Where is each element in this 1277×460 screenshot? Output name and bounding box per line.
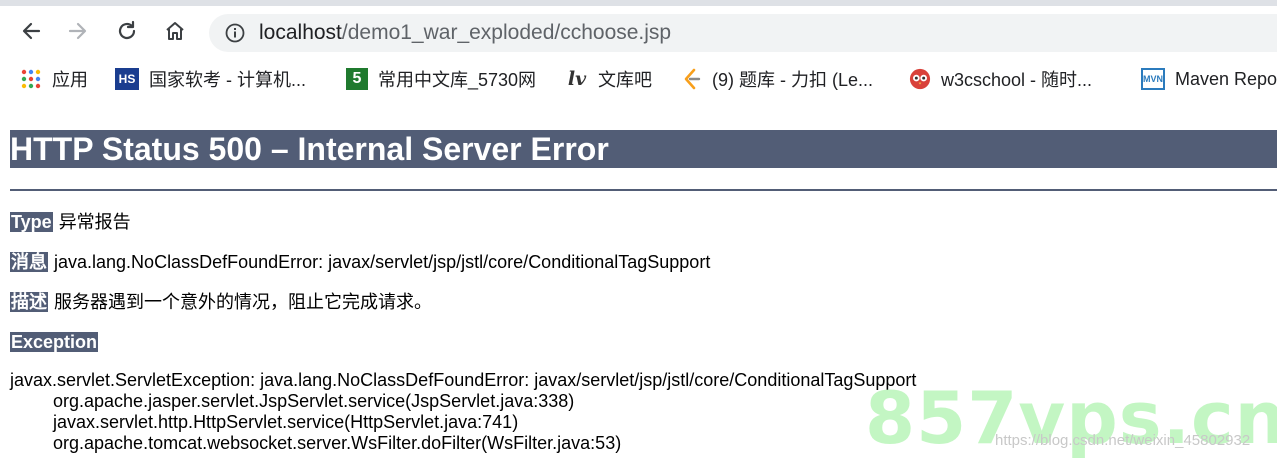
url-text[interactable]: localhost/demo1_war_exploded/cchoose.jsp bbox=[259, 22, 671, 44]
wenku-logo-icon: lv bbox=[567, 68, 587, 90]
description-row: 描述 服务器遇到一个意外的情况，阻止它完成请求。 bbox=[10, 291, 432, 313]
url-host: localhost bbox=[259, 21, 342, 44]
bookmark-label: 常用中文库_5730网 bbox=[378, 70, 537, 90]
bookmark-label: Maven Repo bbox=[1175, 68, 1277, 89]
exception-label: Exception bbox=[10, 332, 99, 352]
bookmark-5730[interactable]: 5 常用中文库_5730网 bbox=[346, 58, 536, 100]
reload-button[interactable] bbox=[114, 18, 140, 44]
watermark-url: https://blog.csdn.net/weixin_45802932 bbox=[995, 432, 1251, 449]
type-label: Type bbox=[10, 212, 53, 232]
stack-line: org.apache.tomcat.websocket.server.WsFil… bbox=[53, 433, 622, 453]
message-label: 消息 bbox=[10, 252, 48, 272]
reload-icon bbox=[118, 20, 136, 40]
bookmark-label: 文库吧 bbox=[598, 70, 652, 90]
description-label: 描述 bbox=[10, 292, 48, 312]
browser-toolbar: localhost/demo1_war_exploded/cchoose.jsp bbox=[0, 6, 1277, 56]
arrow-right-icon bbox=[68, 22, 87, 40]
number-5-icon: 5 bbox=[346, 68, 368, 90]
hs-logo-icon: HS bbox=[115, 68, 139, 90]
exception-row: Exception bbox=[10, 331, 99, 353]
description-value: 服务器遇到一个意外的情况，阻止它完成请求。 bbox=[54, 292, 432, 312]
stack-line: javax.servlet.http.HttpServlet.service(H… bbox=[53, 412, 519, 432]
apps-grid-icon bbox=[20, 68, 42, 90]
back-button[interactable] bbox=[18, 18, 44, 44]
bookmark-label: w3cschool - 随时... bbox=[941, 70, 1093, 90]
bookmark-wenku[interactable]: lv 文库吧 bbox=[566, 58, 652, 100]
bookmarks-bar: 应用 HS 国家软考 - 计算机... 5 常用中文库_5730网 lv 文库吧… bbox=[0, 58, 1277, 100]
url-path: /demo1_war_exploded/cchoose.jsp bbox=[341, 21, 672, 44]
bookmark-label: 应用 bbox=[52, 70, 88, 90]
arrow-left-icon bbox=[22, 22, 41, 40]
bookmark-label: (9) 题库 - 力扣 (Le... bbox=[712, 70, 874, 90]
address-bar[interactable]: localhost/demo1_war_exploded/cchoose.jsp bbox=[209, 14, 1277, 52]
home-icon bbox=[166, 22, 184, 40]
mvn-icon: MVN bbox=[1141, 68, 1165, 90]
type-value: 异常报告 bbox=[58, 212, 131, 232]
divider bbox=[10, 189, 1277, 191]
bookmark-label: 国家软考 - 计算机... bbox=[149, 70, 306, 90]
stack-trace: javax.servlet.ServletException: java.lan… bbox=[10, 370, 916, 454]
page-title: HTTP Status 500 – Internal Server Error bbox=[10, 131, 609, 167]
bookmark-leetcode[interactable]: (9) 题库 - 力扣 (Le... bbox=[680, 58, 873, 100]
bookmark-w3cschool[interactable]: w3cschool - 随时... bbox=[909, 58, 1092, 100]
page-content: HTTP Status 500 – Internal Server Error … bbox=[0, 100, 1277, 460]
message-row: 消息 java.lang.NoClassDefFoundError: javax/… bbox=[10, 251, 710, 273]
info-icon[interactable] bbox=[225, 23, 245, 43]
leetcode-icon bbox=[680, 68, 702, 90]
stack-line: org.apache.jasper.servlet.JspServlet.ser… bbox=[53, 391, 575, 411]
bookmark-ruankao[interactable]: HS 国家软考 - 计算机... bbox=[115, 58, 306, 100]
bookmark-maven[interactable]: MVN Maven Repo bbox=[1141, 58, 1277, 100]
stack-line: javax.servlet.ServletException: java.lan… bbox=[10, 370, 917, 390]
owl-icon bbox=[909, 68, 931, 90]
message-value: java.lang.NoClassDefFoundError: javax/se… bbox=[54, 252, 711, 272]
bookmark-apps[interactable]: 应用 bbox=[20, 58, 88, 100]
type-row: Type 异常报告 bbox=[10, 211, 131, 233]
home-button[interactable] bbox=[162, 18, 188, 44]
forward-button[interactable] bbox=[65, 18, 91, 44]
